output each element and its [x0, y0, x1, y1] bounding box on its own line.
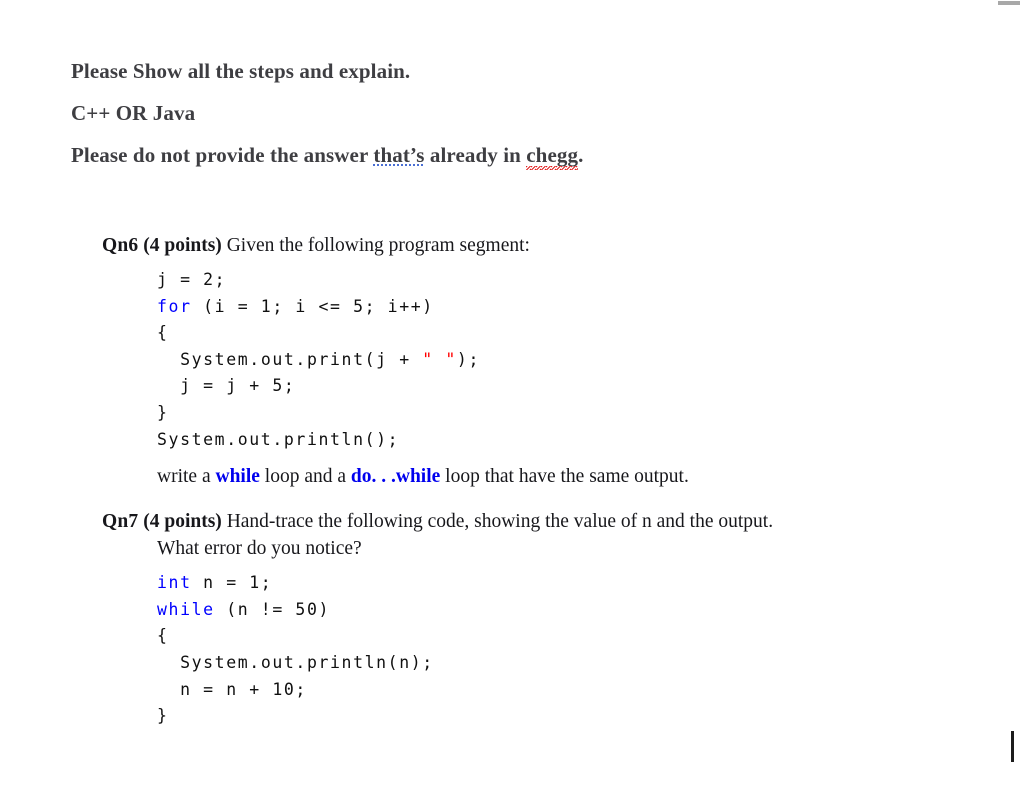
code-line: {	[157, 320, 982, 347]
grammar-flagged-word[interactable]: that’s	[373, 143, 424, 167]
request-line-1: Please Show all the steps and explain.	[71, 50, 951, 92]
code-line: }	[157, 400, 982, 427]
code-text: (i = 1; i <= 5; i++)	[191, 296, 434, 316]
question-qn7-heading: Qn7 (4 points) Hand-trace the following …	[102, 508, 982, 535]
code-line: System.out.println(n);	[157, 650, 982, 677]
question-qn6-points: (4 points)	[143, 235, 222, 256]
code-text: );	[456, 349, 480, 369]
question-qn7-prompt-line2: What error do you notice?	[157, 538, 362, 560]
request-line-3: Please do not provide the answer that’s …	[71, 134, 951, 176]
question-qn6-prompt: Given the following program segment:	[226, 235, 530, 256]
question-qn7-prompt: Hand-trace the following code, showing t…	[226, 511, 774, 533]
request-line-1-text: Please Show all the steps and explain.	[71, 59, 411, 83]
code-keyword: int	[157, 573, 192, 593]
text-cursor-caret	[1011, 731, 1014, 762]
code-line: n = n + 10;	[157, 677, 982, 704]
code-text: {	[157, 626, 169, 646]
code-text: System.out.print(j +	[180, 349, 423, 369]
qn6-note-b: loop and a	[259, 466, 351, 488]
code-line: for (i = 1; i <= 5; i++)	[157, 294, 982, 321]
code-line: int n = 1;	[157, 570, 982, 597]
request-line-2: C++ OR Java	[71, 92, 951, 134]
code-text: {	[157, 323, 169, 343]
request-line-2-text: C++ OR Java	[71, 101, 196, 125]
code-text: j = j + 5;	[180, 376, 296, 396]
questions-container: Qn6 (4 points) Given the following progr…	[102, 232, 982, 730]
question-qn6-note: write a while loop and a do. . .while lo…	[157, 463, 982, 490]
code-block-qn7: int n = 1; while (n != 50){ System.out.pr…	[157, 570, 982, 730]
question-qn7: Qn7 (4 points) Hand-trace the following …	[102, 508, 982, 730]
code-line: System.out.println();	[157, 427, 982, 454]
qn6-note-keyword-dowhile: do. . .while	[350, 466, 441, 488]
code-line: while (n != 50)	[157, 597, 982, 624]
code-text: }	[157, 402, 169, 422]
code-line: j = 2;	[157, 267, 982, 294]
code-text: (n != 50)	[214, 599, 331, 619]
qn6-note-c: loop that have the same output.	[440, 466, 689, 488]
code-keyword: for	[157, 296, 192, 316]
question-qn7-points: (4 points)	[143, 511, 222, 533]
code-text: n = n + 10;	[180, 679, 307, 699]
code-block-qn6: j = 2; for (i = 1; i <= 5; i++){ System.o…	[157, 267, 982, 453]
question-qn6-label: Qn6	[102, 235, 139, 256]
code-line: }	[157, 703, 982, 730]
qn6-note-keyword-while: while	[215, 466, 260, 488]
request-line-3-prefix: Please do not provide the answer	[71, 143, 374, 167]
question-qn6: Qn6 (4 points) Given the following progr…	[102, 232, 982, 490]
code-text: }	[157, 706, 169, 726]
qn6-note-a: write a	[157, 466, 216, 488]
spell-flagged-word[interactable]: chegg	[526, 143, 578, 167]
code-text: System.out.println();	[157, 429, 400, 449]
code-string-literal: " "	[422, 349, 457, 369]
question-qn6-heading: Qn6 (4 points) Given the following progr…	[102, 232, 982, 259]
code-keyword: while	[157, 599, 215, 619]
code-line: {	[157, 623, 982, 650]
request-line-3-middle: already in	[424, 143, 527, 167]
scrollbar-thumb[interactable]	[998, 1, 1020, 5]
code-text: j = 2;	[157, 270, 227, 289]
request-header-block: Please Show all the steps and explain. C…	[71, 50, 951, 176]
code-text: System.out.println(n);	[180, 652, 434, 672]
code-line: System.out.print(j + " ");	[157, 347, 982, 374]
code-text: n = 1;	[191, 573, 273, 593]
code-line: j = j + 5;	[157, 373, 982, 400]
question-qn7-label: Qn7	[102, 511, 139, 533]
request-line-3-suffix: .	[578, 143, 584, 167]
